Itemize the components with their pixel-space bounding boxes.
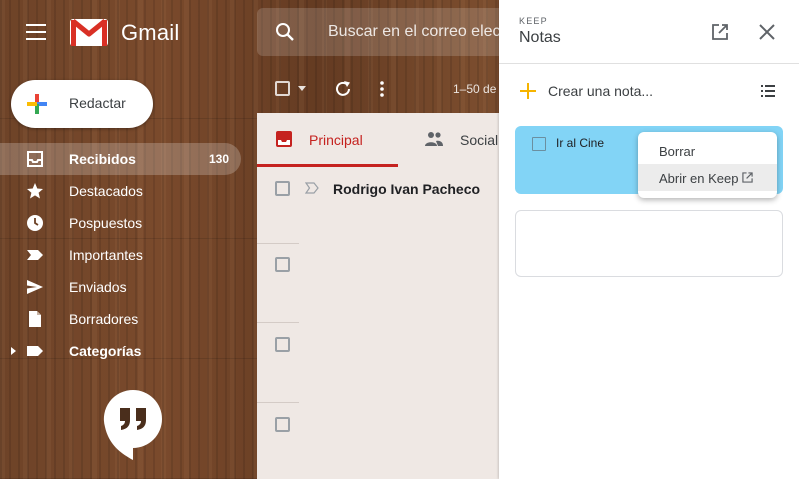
star-icon — [27, 183, 43, 199]
note-item-text[interactable]: Ir al Cine — [556, 136, 604, 150]
inbox-tab-icon — [276, 131, 292, 147]
search-icon[interactable] — [275, 22, 295, 42]
sidebar-item-drafts[interactable]: Borradores — [0, 303, 245, 335]
main-menu-icon[interactable] — [26, 24, 46, 40]
sidebar-item-label: Destacados — [69, 183, 143, 199]
header-divider — [499, 63, 799, 64]
menu-item-delete[interactable]: Borrar — [638, 137, 777, 164]
mail-toolbar: 1–50 de — [257, 65, 499, 113]
app-title[interactable]: Gmail — [121, 20, 179, 46]
pagination-range: 1–50 de — [453, 82, 497, 96]
table-row[interactable] — [257, 243, 499, 323]
hangouts-icon[interactable] — [103, 389, 163, 461]
plus-icon — [27, 94, 47, 114]
row-checkbox[interactable] — [275, 257, 290, 272]
compose-label: Redactar — [69, 95, 126, 111]
people-icon — [425, 132, 443, 146]
tab-label: Principal — [309, 132, 363, 148]
sidebar-item-label: Recibidos — [69, 151, 136, 167]
search-input[interactable]: Buscar en el correo electrónico — [328, 23, 503, 41]
mail-rows: Rodrigo Ivan Pacheco — [257, 167, 499, 479]
mail-area: 1–50 de Principal Social Rodrigo Ivan Pa… — [257, 65, 499, 479]
sidebar-item-important[interactable]: Importantes — [0, 239, 245, 271]
label-icon — [27, 346, 43, 356]
keep-side-panel: KEEP Notas Crear una nota... Ir al Cine … — [499, 0, 799, 479]
draft-icon — [29, 311, 41, 327]
keep-title: Notas — [519, 29, 561, 46]
close-icon[interactable] — [758, 23, 776, 41]
sidebar-item-categories[interactable]: Categorías — [0, 335, 245, 367]
new-note-input[interactable]: Crear una nota... — [548, 83, 653, 99]
sidebar-nav: Recibidos 130 Destacados Pospuestos Impo… — [0, 143, 245, 367]
label-important-icon — [27, 250, 43, 260]
more-vert-icon[interactable] — [379, 79, 385, 99]
sidebar-item-label: Pospuestos — [69, 215, 143, 231]
unread-count: 130 — [208, 152, 229, 166]
mail-sender: Rodrigo Ivan Pacheco — [333, 181, 481, 197]
sidebar-item-starred[interactable]: Destacados — [0, 175, 245, 207]
sidebar-item-label: Enviados — [69, 279, 127, 295]
table-row[interactable]: Rodrigo Ivan Pacheco — [257, 167, 499, 244]
note-context-menu: Borrar Abrir en Keep — [638, 132, 777, 198]
importance-marker-icon[interactable] — [305, 182, 319, 194]
table-row[interactable] — [257, 403, 499, 479]
sidebar-item-snoozed[interactable]: Pospuestos — [0, 207, 245, 239]
note-card-empty[interactable] — [515, 210, 783, 277]
note-checkbox[interactable] — [532, 137, 546, 151]
search-bar[interactable]: Buscar en el correo electrónico — [257, 8, 507, 56]
row-checkbox[interactable] — [275, 337, 290, 352]
refresh-icon[interactable] — [333, 79, 353, 99]
inbox-icon — [27, 151, 43, 167]
plus-icon[interactable] — [520, 83, 536, 99]
open-in-new-icon[interactable] — [711, 23, 729, 41]
category-tabs: Principal Social — [257, 113, 499, 167]
tab-principal[interactable]: Principal — [257, 113, 398, 167]
row-checkbox[interactable] — [275, 181, 290, 196]
keep-brand: KEEP — [519, 16, 548, 26]
expand-arrow-icon[interactable] — [11, 347, 16, 355]
tab-label: Social — [460, 132, 499, 148]
sidebar-item-label: Importantes — [69, 247, 143, 263]
tab-social[interactable]: Social — [398, 113, 499, 167]
send-icon — [27, 280, 43, 294]
table-row[interactable] — [257, 323, 499, 403]
row-checkbox[interactable] — [275, 417, 290, 432]
sidebar-item-label: Borradores — [69, 311, 139, 327]
new-list-icon[interactable] — [761, 84, 775, 98]
clock-icon — [27, 215, 43, 231]
mail-list: Principal Social Rodrigo Ivan Pacheco — [257, 113, 499, 479]
select-all-checkbox[interactable] — [275, 81, 290, 96]
menu-item-label: Abrir en Keep — [659, 171, 739, 186]
open-in-new-icon — [742, 172, 753, 183]
sidebar-item-label: Categorías — [69, 343, 142, 359]
gmail-logo-icon[interactable] — [70, 17, 108, 47]
compose-button[interactable]: Redactar — [11, 80, 153, 128]
select-dropdown-icon[interactable] — [298, 86, 306, 91]
menu-item-label: Borrar — [659, 144, 696, 159]
menu-item-open-in-keep[interactable]: Abrir en Keep — [638, 164, 777, 191]
sidebar-item-sent[interactable]: Enviados — [0, 271, 245, 303]
sidebar-item-inbox[interactable]: Recibidos 130 — [0, 143, 241, 175]
